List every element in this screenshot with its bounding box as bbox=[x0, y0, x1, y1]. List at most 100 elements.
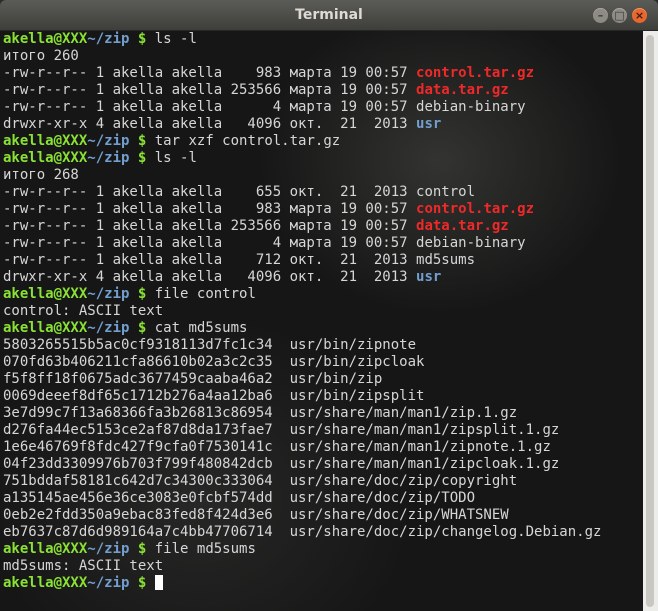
listing-line: -rw-r--r-- 1 akella akella 4 марта 19 00… bbox=[3, 235, 601, 252]
window-title: Terminal bbox=[295, 7, 363, 23]
output-text: 751bddaf58181c642d7c34300c333064 usr/sha… bbox=[3, 473, 518, 489]
output-text: f5f8ff18f0675adc3677459caaba46a2 usr/bin… bbox=[3, 371, 383, 387]
command-text: cat md5sums bbox=[154, 320, 248, 336]
prompt-line: akella@XXX~/zip $ ls -l bbox=[3, 31, 601, 48]
prompt-symbol: $ bbox=[129, 133, 155, 149]
prompt-user: akella@XXX bbox=[3, 575, 88, 591]
prompt-user: akella@XXX bbox=[3, 320, 88, 336]
output-text: 1e6e46769f8fdc427f9cfa0f7530141c usr/sha… bbox=[3, 439, 551, 455]
terminal-lines: akella@XXX~/zip $ ls -l итого 260 -rw-r--r… bbox=[3, 31, 601, 592]
file-name: control bbox=[416, 184, 476, 200]
file-attributes: drwxr-xr-x 4 akella akella 4096 окт. 21 … bbox=[3, 116, 417, 132]
prompt-path: ~/zip bbox=[87, 286, 130, 302]
output-line: md5sums: ASCII text bbox=[3, 558, 601, 575]
output-line: 04f23dd3309976b703f799f480842dcb usr/sha… bbox=[3, 456, 601, 473]
prompt-path: ~/zip bbox=[87, 575, 130, 591]
terminal-output[interactable]: akella@XXX~/zip $ ls -l итого 260 -rw-r--r… bbox=[0, 31, 643, 611]
file-attributes: drwxr-xr-x 4 akella akella 4096 окт. 21 … bbox=[3, 269, 417, 285]
prompt-line: akella@XXX~/zip $ bbox=[3, 575, 601, 592]
output-text: eb7637c87d6d989164a7c4bb47706714 usr/sha… bbox=[3, 524, 602, 540]
output-line: 3e7d99c7f13a68366fa3b26813c86954 usr/sha… bbox=[3, 405, 601, 422]
prompt-line: akella@XXX~/zip $ file md5sums bbox=[3, 541, 601, 558]
output-text: 5803265515b5ac0cf9318113d7fc1c34 usr/bin… bbox=[3, 337, 417, 353]
file-name: control.tar.gz bbox=[416, 65, 535, 81]
listing-line: -rw-r--r-- 1 akella akella 983 марта 19 … bbox=[3, 201, 601, 218]
prompt-path: ~/zip bbox=[87, 133, 130, 149]
output-line: 0069deeef8df65c1712b276a4aa12ba6 usr/bin… bbox=[3, 388, 601, 405]
listing-line: -rw-r--r-- 1 akella akella 253566 марта … bbox=[3, 218, 601, 235]
prompt-symbol: $ bbox=[129, 286, 155, 302]
listing-line: -rw-r--r-- 1 akella akella 983 марта 19 … bbox=[3, 65, 601, 82]
output-text: итого 260 bbox=[3, 48, 79, 64]
file-name: debian-binary bbox=[416, 235, 526, 251]
prompt-user: akella@XXX bbox=[3, 31, 88, 47]
command-text: tar xzf control.tar.gz bbox=[154, 133, 341, 149]
file-name: usr bbox=[416, 116, 442, 132]
output-text: 0069deeef8df65c1712b276a4aa12ba6 usr/bin… bbox=[3, 388, 425, 404]
output-text: control: ASCII text bbox=[3, 303, 164, 319]
scrollbar-thumb[interactable] bbox=[646, 35, 654, 607]
output-text: 04f23dd3309976b703f799f480842dcb usr/sha… bbox=[3, 456, 560, 472]
prompt-user: akella@XXX bbox=[3, 541, 88, 557]
scrollbar[interactable] bbox=[643, 31, 658, 611]
output-line: 1e6e46769f8fdc427f9cfa0f7530141c usr/sha… bbox=[3, 439, 601, 456]
title-bar[interactable]: Terminal – □ × bbox=[0, 0, 658, 31]
listing-line: -rw-r--r-- 1 akella akella 4 марта 19 00… bbox=[3, 99, 601, 116]
prompt-path: ~/zip bbox=[87, 31, 130, 47]
terminal-window: Terminal – □ × akella@XXX~/zip $ ls -l ит… bbox=[0, 0, 658, 611]
prompt-line: akella@XXX~/zip $ file control bbox=[3, 286, 601, 303]
prompt-user: akella@XXX bbox=[3, 133, 88, 149]
file-name: debian-binary bbox=[416, 99, 526, 115]
prompt-user: akella@XXX bbox=[3, 286, 88, 302]
output-line: 0eb2e2fdd350a9ebac83fed8f424d3e6 usr/sha… bbox=[3, 507, 601, 524]
prompt-symbol: $ bbox=[129, 31, 155, 47]
prompt-symbol: $ bbox=[129, 150, 155, 166]
prompt-line: akella@XXX~/zip $ ls -l bbox=[3, 150, 601, 167]
output-text: a135145ae456e36ce3083e0fcbf574dd usr/sha… bbox=[3, 490, 476, 506]
prompt-symbol: $ bbox=[129, 541, 155, 557]
output-text: d276fa44ec5153ce2af87d8da173fae7 usr/sha… bbox=[3, 422, 560, 438]
output-line: a135145ae456e36ce3083e0fcbf574dd usr/sha… bbox=[3, 490, 601, 507]
output-text: итого 268 bbox=[3, 167, 79, 183]
output-line: control: ASCII text bbox=[3, 303, 601, 320]
file-attributes: -rw-r--r-- 1 akella akella 253566 марта … bbox=[3, 82, 417, 98]
output-line: 751bddaf58181c642d7c34300c333064 usr/sha… bbox=[3, 473, 601, 490]
file-attributes: -rw-r--r-- 1 akella akella 253566 марта … bbox=[3, 218, 417, 234]
prompt-path: ~/zip bbox=[87, 541, 130, 557]
close-icon[interactable]: × bbox=[632, 8, 647, 23]
file-attributes: -rw-r--r-- 1 akella akella 4 марта 19 00… bbox=[3, 235, 417, 251]
file-attributes: -rw-r--r-- 1 akella akella 4 марта 19 00… bbox=[3, 99, 417, 115]
listing-line: -rw-r--r-- 1 akella akella 712 окт. 21 2… bbox=[3, 252, 601, 269]
file-attributes: -rw-r--r-- 1 akella akella 655 окт. 21 2… bbox=[3, 184, 417, 200]
listing-line: -rw-r--r-- 1 akella akella 655 окт. 21 2… bbox=[3, 184, 601, 201]
output-line: f5f8ff18f0675adc3677459caaba46a2 usr/bin… bbox=[3, 371, 601, 388]
file-name: control.tar.gz bbox=[416, 201, 535, 217]
command-text: file control bbox=[154, 286, 256, 302]
output-text: 0eb2e2fdd350a9ebac83fed8f424d3e6 usr/sha… bbox=[3, 507, 509, 523]
prompt-line: akella@XXX~/zip $ tar xzf control.tar.gz bbox=[3, 133, 601, 150]
output-text: md5sums: ASCII text bbox=[3, 558, 164, 574]
listing-line: drwxr-xr-x 4 akella akella 4096 окт. 21 … bbox=[3, 269, 601, 286]
listing-line: drwxr-xr-x 4 akella akella 4096 окт. 21 … bbox=[3, 116, 601, 133]
maximize-icon[interactable]: □ bbox=[612, 8, 627, 23]
command-text: ls -l bbox=[154, 31, 197, 47]
prompt-path: ~/zip bbox=[87, 150, 130, 166]
prompt-user: akella@XXX bbox=[3, 150, 88, 166]
output-line: d276fa44ec5153ce2af87d8da173fae7 usr/sha… bbox=[3, 422, 601, 439]
text-cursor bbox=[154, 575, 163, 590]
output-text: 070fd63b406211cfa86610b02a3c2c35 usr/bin… bbox=[3, 354, 425, 370]
output-line: итого 268 bbox=[3, 167, 601, 184]
listing-line: -rw-r--r-- 1 akella akella 253566 марта … bbox=[3, 82, 601, 99]
prompt-line: akella@XXX~/zip $ cat md5sums bbox=[3, 320, 601, 337]
file-attributes: -rw-r--r-- 1 akella akella 712 окт. 21 2… bbox=[3, 252, 417, 268]
output-line: 5803265515b5ac0cf9318113d7fc1c34 usr/bin… bbox=[3, 337, 601, 354]
file-name: md5sums bbox=[416, 252, 476, 268]
prompt-symbol: $ bbox=[129, 575, 155, 591]
output-line: eb7637c87d6d989164a7c4bb47706714 usr/sha… bbox=[3, 524, 601, 541]
command-text: file md5sums bbox=[154, 541, 256, 557]
prompt-path: ~/zip bbox=[87, 320, 130, 336]
command-text: ls -l bbox=[154, 150, 197, 166]
minimize-icon[interactable]: – bbox=[593, 8, 608, 23]
output-line: 070fd63b406211cfa86610b02a3c2c35 usr/bin… bbox=[3, 354, 601, 371]
output-text: 3e7d99c7f13a68366fa3b26813c86954 usr/sha… bbox=[3, 405, 518, 421]
